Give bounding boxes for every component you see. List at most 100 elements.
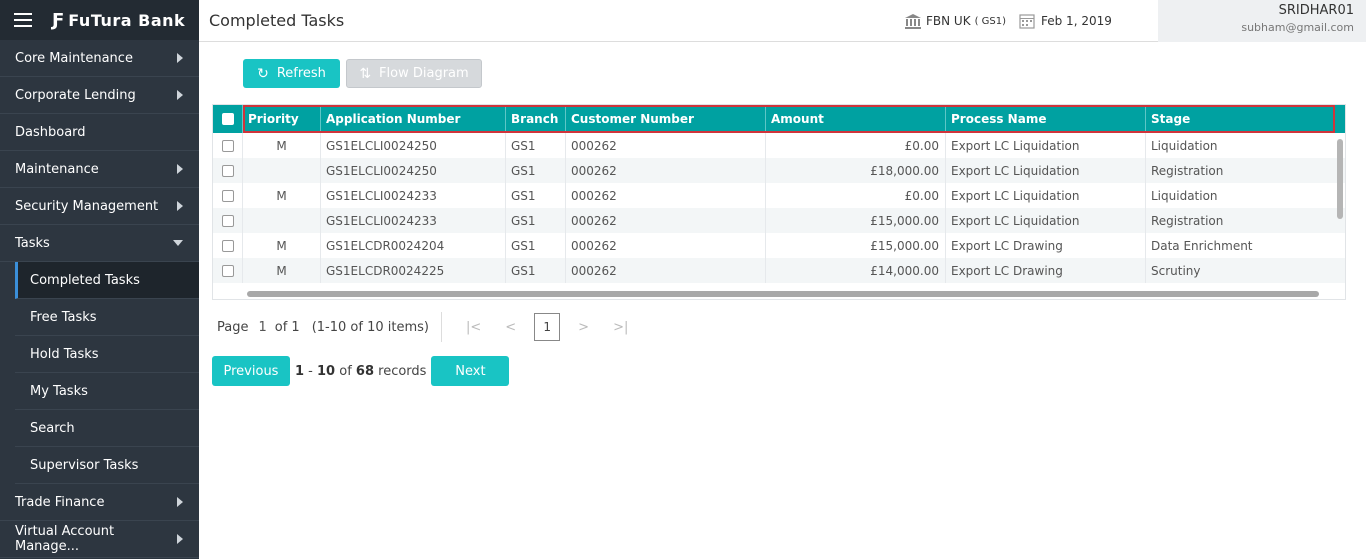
priority-cell [243,208,321,233]
records-navigation: Previous 1 - 10 of 68 records Next [212,356,510,386]
table-row[interactable]: GS1ELCLI0024233 GS1 000262 £15,000.00 Ex… [213,208,1345,233]
row-checkbox[interactable] [221,139,234,152]
sidebar-item-search[interactable]: Search [15,410,199,447]
chevron-right-icon [177,164,183,174]
table-row[interactable]: M GS1ELCLI0024250 GS1 000262 £0.00 Expor… [213,133,1345,158]
sidebar-item-supervisor-tasks[interactable]: Supervisor Tasks [15,447,199,484]
amount-cell: £15,000.00 [766,208,946,233]
branch-name: FBN UK [926,14,971,28]
user-name: SRIDHAR01 [1278,3,1354,18]
branch-cell: GS1 [506,233,566,258]
chevron-right-icon [177,534,183,544]
amount-cell: £14,000.00 [766,258,946,283]
customer-number-cell: 000262 [566,233,766,258]
range-end: 10 [317,363,336,379]
range-dash: - [304,363,318,379]
column-header-amount[interactable]: Amount [766,105,946,133]
branch-selector[interactable]: FBN UK ( GS1) [904,13,1006,29]
row-select-cell[interactable] [213,258,243,283]
row-select-cell[interactable] [213,183,243,208]
grid-pager: Page 1 of 1 (1-10 of 10 items) |< < 1 > … [217,312,640,342]
sidebar-item-core-maintenance[interactable]: Core Maintenance [0,40,199,77]
column-header-process-name[interactable]: Process Name [946,105,1146,133]
page-of-label: of 1 [274,319,300,335]
application-number-cell: GS1ELCLI0024233 [321,183,506,208]
last-page-icon[interactable]: >| [613,320,628,335]
page-number: 1 [258,319,267,335]
amount-cell: £0.00 [766,183,946,208]
row-checkbox[interactable] [221,239,234,252]
sidebar-item-security-management[interactable]: Security Management [0,188,199,225]
column-header-customer-number[interactable]: Customer Number [566,105,766,133]
sidebar-item-corporate-lending[interactable]: Corporate Lending [0,77,199,114]
select-all-cell[interactable] [213,105,243,133]
sidebar-item-tasks[interactable]: Tasks [0,225,199,262]
next-button[interactable]: Next [431,356,510,386]
row-checkbox[interactable] [221,164,234,177]
table-row[interactable]: GS1ELCLI0024250 GS1 000262 £18,000.00 Ex… [213,158,1345,183]
pager-divider [440,312,442,342]
user-profile[interactable]: SRIDHAR01 subham@gmail.com [1158,0,1366,42]
sidebar-item-trade-finance[interactable]: Trade Finance [0,484,199,521]
process-name-cell: Export LC Liquidation [946,208,1146,233]
vertical-scrollbar[interactable] [1337,139,1343,219]
process-name-cell: Export LC Drawing [946,233,1146,258]
sidebar-item-completed-tasks[interactable]: Completed Tasks [15,262,199,299]
column-header-branch[interactable]: Branch [506,105,566,133]
sidebar-item-free-tasks[interactable]: Free Tasks [15,299,199,336]
refresh-button[interactable]: ↻ Refresh [243,59,340,88]
sidebar-item-hold-tasks[interactable]: Hold Tasks [15,336,199,373]
branch-code: ( GS1) [974,15,1007,27]
row-select-cell[interactable] [213,133,243,158]
flow-diagram-icon: ⇅ [359,65,372,82]
sidebar-item-label: Corporate Lending [15,87,136,103]
column-header-application-number[interactable]: Application Number [321,105,506,133]
application-number-cell: GS1ELCLI0024250 [321,158,506,183]
hamburger-menu-icon[interactable] [14,13,32,27]
items-summary: (1-10 of 10 items) [311,319,429,335]
customer-number-cell: 000262 [566,158,766,183]
row-checkbox[interactable] [221,189,234,202]
page-title: Completed Tasks [209,11,345,30]
next-page-icon[interactable]: > [578,320,589,335]
branch-cell: GS1 [506,258,566,283]
row-select-cell[interactable] [213,233,243,258]
tasks-grid: Priority Application Number Branch Custo… [212,104,1346,300]
records-suffix: records [374,363,427,379]
process-name-cell: Export LC Liquidation [946,158,1146,183]
refresh-icon: ↻ [257,65,269,82]
grid-header: Priority Application Number Branch Custo… [213,105,1345,133]
branch-cell: GS1 [506,158,566,183]
table-row[interactable]: M GS1ELCLI0024233 GS1 000262 £0.00 Expor… [213,183,1345,208]
priority-cell: M [243,258,321,283]
stage-cell: Liquidation [1151,138,1218,153]
chevron-down-icon [173,240,183,246]
amount-cell: £18,000.00 [766,158,946,183]
row-checkbox[interactable] [221,264,234,277]
customer-number-cell: 000262 [566,183,766,208]
previous-button[interactable]: Previous [212,356,290,386]
row-checkbox[interactable] [221,214,234,227]
first-page-icon[interactable]: |< [466,320,481,335]
flow-diagram-button[interactable]: ⇅ Flow Diagram [346,59,482,88]
column-header-stage[interactable]: Stage [1146,105,1335,133]
row-select-cell[interactable] [213,158,243,183]
sidebar-item-virtual-account[interactable]: Virtual Account Manage... [0,521,199,558]
amount-cell: £0.00 [766,133,946,158]
prev-page-icon[interactable]: < [505,320,516,335]
sidebar-item-dashboard[interactable]: Dashboard [0,114,199,151]
horizontal-scrollbar[interactable] [247,291,1319,297]
row-select-cell[interactable] [213,208,243,233]
refresh-label: Refresh [276,66,326,81]
select-all-checkbox[interactable] [221,113,234,125]
page-label: Page [217,319,249,335]
calendar-icon [1019,14,1035,29]
column-header-priority[interactable]: Priority [243,105,321,133]
table-row[interactable]: M GS1ELCDR0024204 GS1 000262 £15,000.00 … [213,233,1345,258]
sidebar-item-maintenance[interactable]: Maintenance [0,151,199,188]
customer-number-cell: 000262 [566,258,766,283]
top-header: Completed Tasks FBN UK ( GS1) Feb 1, 201… [199,0,1366,42]
current-page-box[interactable]: 1 [534,313,561,341]
table-row[interactable]: M GS1ELCDR0024225 GS1 000262 £14,000.00 … [213,258,1345,283]
sidebar-item-my-tasks[interactable]: My Tasks [15,373,199,410]
